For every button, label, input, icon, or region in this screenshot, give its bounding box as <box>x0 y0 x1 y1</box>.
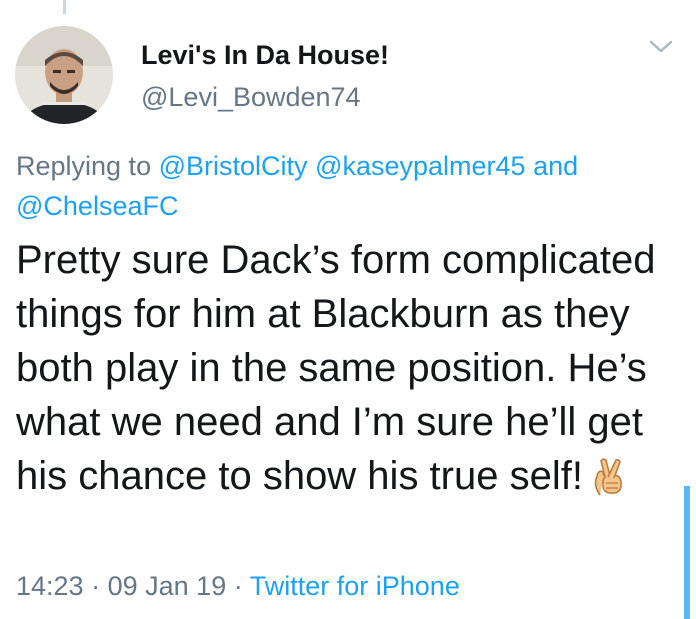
tweet-date[interactable]: 09 Jan 19 <box>108 571 227 601</box>
scrollbar[interactable] <box>684 486 690 619</box>
meta-separator: · <box>91 571 101 601</box>
replying-to: Replying to @BristolCity @kaseypalmer45 … <box>16 146 656 226</box>
mention-bristolcity[interactable]: @BristolCity <box>159 151 308 181</box>
replying-and: and <box>533 151 579 181</box>
mention-chelseafc[interactable]: @ChelseaFC <box>16 191 178 221</box>
meta-separator: · <box>233 571 243 601</box>
avatar-photo <box>15 26 113 124</box>
crossed-fingers-emoji <box>591 457 625 511</box>
tweet-body: Pretty sure Dack’s form complicated thin… <box>16 238 656 498</box>
tweet-meta: 14:23 · 09 Jan 19 · Twitter for iPhone <box>16 571 460 602</box>
avatar[interactable] <box>15 26 113 124</box>
chevron-down-icon[interactable] <box>648 36 674 58</box>
replying-to-label: Replying to <box>16 151 152 181</box>
tweet-text: Pretty sure Dack’s form complicated thin… <box>16 233 686 511</box>
thread-line <box>63 0 66 14</box>
tweet-time[interactable]: 14:23 <box>16 571 84 601</box>
display-name[interactable]: Levi's In Da House! <box>141 40 389 71</box>
user-handle[interactable]: @Levi_Bowden74 <box>141 82 361 113</box>
tweet-source-link[interactable]: Twitter for iPhone <box>250 571 460 601</box>
mention-kaseypalmer45[interactable]: @kaseypalmer45 <box>315 151 526 181</box>
